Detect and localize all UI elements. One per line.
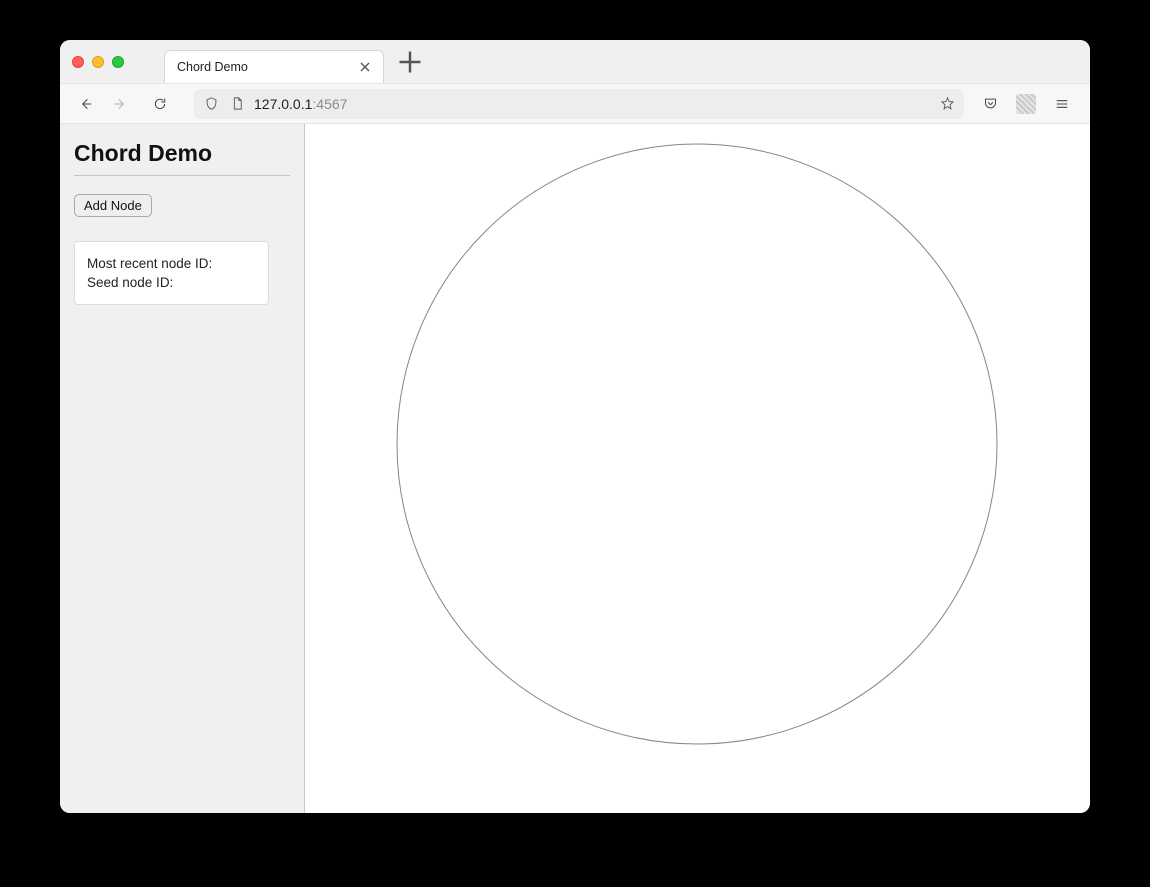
chord-canvas[interactable]	[305, 124, 1090, 813]
tab-strip: Chord Demo	[60, 40, 1090, 83]
node-info-box: Most recent node ID: Seed node ID:	[74, 241, 269, 305]
page-title: Chord Demo	[74, 140, 290, 167]
bookmark-button[interactable]	[938, 95, 956, 113]
window-controls	[72, 56, 124, 68]
new-tab-button[interactable]	[396, 48, 424, 76]
back-button[interactable]	[70, 89, 102, 119]
pocket-icon	[983, 96, 998, 111]
divider	[74, 175, 290, 176]
url-host: 127.0.0.1	[254, 96, 312, 112]
star-icon	[940, 96, 955, 111]
browser-window: Chord Demo 127.0.0.1:4567	[60, 40, 1090, 813]
page-content: Chord Demo Add Node Most recent node ID:…	[60, 124, 1090, 813]
recent-node-label: Most recent node ID:	[87, 256, 212, 271]
close-icon	[357, 59, 373, 75]
arrow-right-icon	[112, 96, 128, 112]
tab-close-button[interactable]	[357, 59, 373, 75]
ring-circle	[397, 144, 997, 744]
tab-title: Chord Demo	[177, 60, 357, 74]
sidebar: Chord Demo Add Node Most recent node ID:…	[60, 124, 305, 813]
address-bar[interactable]: 127.0.0.1:4567	[194, 89, 964, 119]
plus-icon	[396, 48, 424, 76]
hamburger-icon	[1054, 96, 1070, 112]
page-icon[interactable]	[228, 95, 246, 113]
browser-tab[interactable]: Chord Demo	[164, 50, 384, 83]
pocket-button[interactable]	[974, 89, 1006, 119]
forward-button[interactable]	[104, 89, 136, 119]
shield-icon[interactable]	[202, 95, 220, 113]
toolbar-right	[972, 89, 1080, 119]
arrow-left-icon	[78, 96, 94, 112]
extension-icon	[1016, 94, 1036, 114]
recent-node-row: Most recent node ID:	[87, 256, 256, 271]
reload-button[interactable]	[144, 89, 176, 119]
window-minimize-button[interactable]	[92, 56, 104, 68]
browser-toolbar: 127.0.0.1:4567	[60, 83, 1090, 124]
seed-node-label: Seed node ID:	[87, 275, 173, 290]
chord-ring	[305, 124, 1090, 813]
window-close-button[interactable]	[72, 56, 84, 68]
seed-node-row: Seed node ID:	[87, 275, 256, 290]
url-port: :4567	[312, 96, 347, 112]
url-text: 127.0.0.1:4567	[254, 96, 347, 112]
window-zoom-button[interactable]	[112, 56, 124, 68]
app-menu-button[interactable]	[1046, 89, 1078, 119]
extension-button[interactable]	[1010, 89, 1042, 119]
reload-icon	[152, 96, 168, 112]
add-node-button[interactable]: Add Node	[74, 194, 152, 217]
